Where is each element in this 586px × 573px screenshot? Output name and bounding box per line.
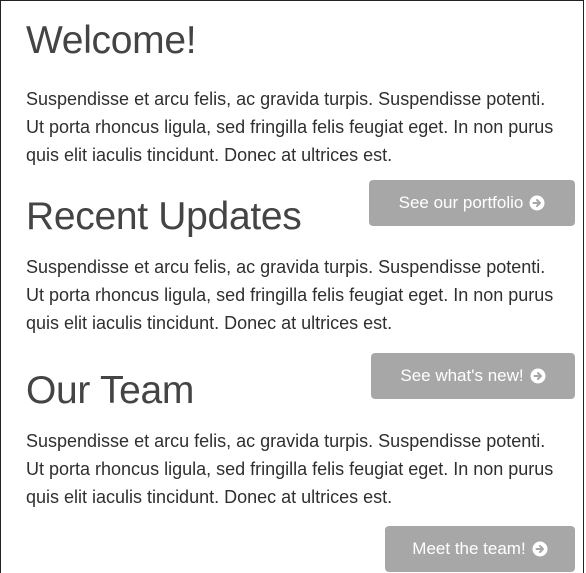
section-paragraph-our-team: Suspendisse et arcu felis, ac gravida tu…	[26, 431, 554, 507]
section-our-team: Our Team Suspendisse et arcu felis, ac g…	[26, 369, 556, 511]
section-heading-our-team: Our Team	[26, 369, 195, 412]
section-heading-recent-updates: Recent Updates	[26, 195, 302, 238]
section-heading-welcome: Welcome!	[26, 19, 197, 62]
circle-arrow-right-icon	[532, 541, 548, 557]
section-paragraph-recent-updates: Suspendisse et arcu felis, ac gravida tu…	[26, 257, 554, 333]
section-recent-updates: Recent Updates Suspendisse et arcu felis…	[26, 195, 556, 337]
section-welcome: Welcome! Suspendisse et arcu felis, ac g…	[26, 19, 556, 169]
meet-the-team-button-label: Meet the team!	[412, 539, 526, 558]
section-paragraph-welcome: Suspendisse et arcu felis, ac gravida tu…	[26, 89, 554, 165]
meet-the-team-button[interactable]: Meet the team!	[385, 526, 575, 572]
content-panel: Welcome! Suspendisse et arcu felis, ac g…	[0, 0, 584, 573]
